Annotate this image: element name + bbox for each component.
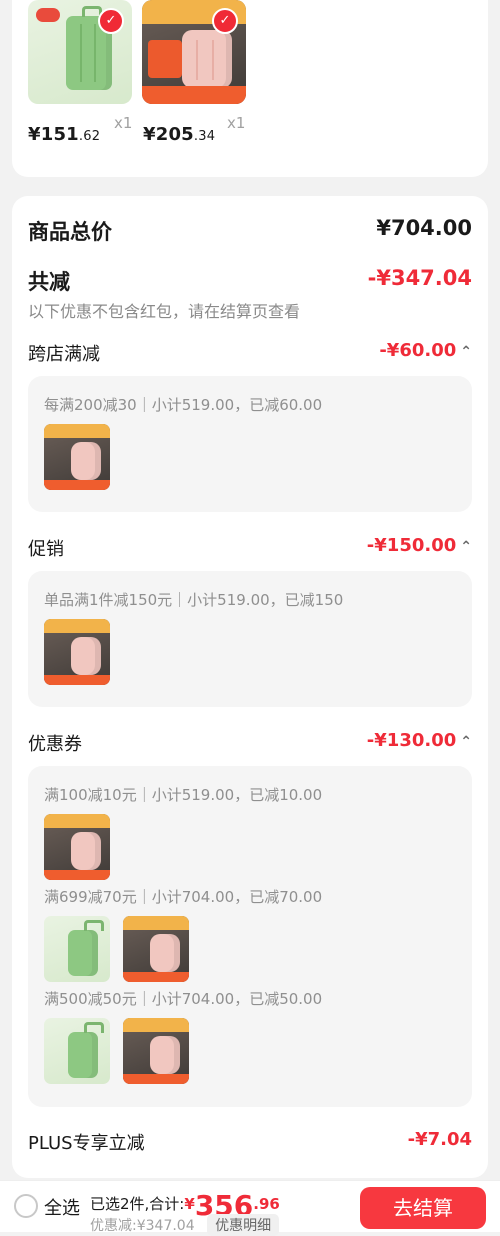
- cross-store-detail: 每满200减30｜小计519.00，已减60.00: [28, 376, 472, 512]
- product-thumb-green[interactable]: [44, 1018, 110, 1084]
- section-value: -¥60.00 ⌃: [379, 340, 472, 361]
- chevron-up-icon: ⌃: [460, 539, 472, 555]
- promo-banner-icon: [123, 1018, 189, 1032]
- checkout-bar: 全选 已选2件,合计:¥356.96 优惠减:¥347.04 优惠明细 去结算: [0, 1180, 500, 1236]
- section-coupons[interactable]: 优惠券 -¥130.00 ⌃: [28, 730, 472, 756]
- discount-row: 共减 -¥347.04: [28, 266, 472, 296]
- discount-label: 共减: [28, 270, 70, 294]
- goods-total-row: 商品总价 ¥704.00: [28, 216, 472, 246]
- coupons-detail: 满100减10元｜小计519.00，已减10.00 满699减70元｜小计704…: [28, 766, 472, 1107]
- product-thumb-green[interactable]: [44, 916, 110, 982]
- plus-label: PLUS专享立减: [28, 1133, 145, 1154]
- plus-discount-row: PLUS专享立减 -¥7.04: [28, 1129, 472, 1155]
- promotion-detail: 单品满1件减150元｜小计519.00，已减150: [28, 571, 472, 707]
- discount-value: -¥347.04: [367, 266, 472, 290]
- section-title: 跨店满减: [28, 344, 100, 365]
- promo-footer-icon: [123, 972, 189, 982]
- promo-footer-icon: [142, 86, 246, 104]
- product-thumb-pink[interactable]: [44, 814, 110, 880]
- promo-footer-icon: [123, 1074, 189, 1084]
- rule-text: 满100减10元｜小计519.00，已减10.00: [44, 786, 323, 804]
- rule-text: 满500减50元｜小计704.00，已减50.00: [44, 990, 323, 1008]
- brand-logo-icon: [36, 8, 60, 22]
- chevron-up-icon: ⌃: [460, 734, 472, 750]
- pink-suitcase-icon: [71, 637, 101, 675]
- price-decimal: .62: [78, 129, 101, 144]
- price-main: ¥205: [143, 124, 194, 145]
- promo-footer-icon: [44, 675, 110, 685]
- discount-text: 优惠减:¥347.04: [90, 1218, 195, 1234]
- product-thumb-green[interactable]: ✓: [28, 0, 132, 104]
- product-thumb-pink[interactable]: ✓: [142, 0, 246, 104]
- green-suitcase-icon: [68, 1022, 104, 1078]
- section-title: 优惠券: [28, 734, 82, 755]
- selected-check-icon: ✓: [212, 8, 238, 34]
- price-main: ¥151: [28, 124, 79, 145]
- rule-text: 满699减70元｜小计704.00，已减70.00: [44, 888, 323, 906]
- section-title: 促销: [28, 539, 64, 560]
- promo-banner-icon: [44, 814, 110, 828]
- total-price: ¥356.96: [184, 1189, 280, 1222]
- product-price-1: ¥151.62: [28, 124, 100, 145]
- product-price-2: ¥205.34: [143, 124, 215, 145]
- select-all-label[interactable]: 全选: [44, 1194, 80, 1220]
- select-all-radio[interactable]: [14, 1194, 38, 1218]
- promo-footer-icon: [44, 480, 110, 490]
- checkout-button[interactable]: 去结算: [360, 1187, 486, 1229]
- rule-text: 每满200减30｜小计519.00，已减60.00: [44, 396, 323, 414]
- pink-suitcase-icon: [150, 934, 180, 972]
- product-thumb-pink[interactable]: [44, 619, 110, 685]
- price-decimal: .34: [193, 129, 216, 144]
- pink-suitcase-icon: [71, 832, 101, 870]
- promo-footer-icon: [44, 870, 110, 880]
- promo-banner-icon: [44, 619, 110, 633]
- section-value: -¥130.00 ⌃: [366, 730, 472, 751]
- product-qty-2: x1: [227, 114, 246, 132]
- discount-detail-tag[interactable]: 优惠明细: [207, 1214, 280, 1236]
- pink-suitcase-icon: [71, 442, 101, 480]
- product-thumb-pink[interactable]: [44, 424, 110, 490]
- chevron-up-icon: ⌃: [460, 344, 472, 360]
- pink-suitcase-icon: [150, 1036, 180, 1074]
- section-promotion[interactable]: 促销 -¥150.00 ⌃: [28, 535, 472, 561]
- discount-summary: 优惠减:¥347.04 优惠明细: [90, 1214, 280, 1236]
- selected-check-icon: ✓: [98, 8, 124, 34]
- promo-banner-icon: [44, 424, 110, 438]
- plus-value: -¥7.04: [407, 1129, 472, 1150]
- selected-text: 已选2件,合计:: [90, 1195, 185, 1213]
- promo-banner-icon: [123, 916, 189, 930]
- rule-text: 单品满1件减150元｜小计519.00，已减150: [44, 591, 344, 609]
- product-thumb-pink[interactable]: [123, 916, 189, 982]
- green-suitcase-icon: [68, 920, 104, 976]
- product-thumb-pink[interactable]: [123, 1018, 189, 1084]
- selected-products-card: ✓ ✓ ¥151.62 x1 ¥205.34 x1: [12, 0, 488, 177]
- discount-note: 以下优惠不包含红包，请在结算页查看: [28, 302, 301, 321]
- section-cross-store[interactable]: 跨店满减 -¥60.00 ⌃: [28, 340, 472, 366]
- promo-label-icon: [148, 40, 182, 78]
- goods-total-label: 商品总价: [28, 220, 112, 244]
- product-qty-1: x1: [114, 114, 133, 132]
- price-breakdown-card: 商品总价 ¥704.00 共减 -¥347.04 以下优惠不包含红包，请在结算页…: [12, 196, 488, 1178]
- pink-suitcase-icon: [182, 30, 232, 88]
- goods-total-value: ¥704.00: [376, 216, 472, 240]
- section-value: -¥150.00 ⌃: [366, 535, 472, 556]
